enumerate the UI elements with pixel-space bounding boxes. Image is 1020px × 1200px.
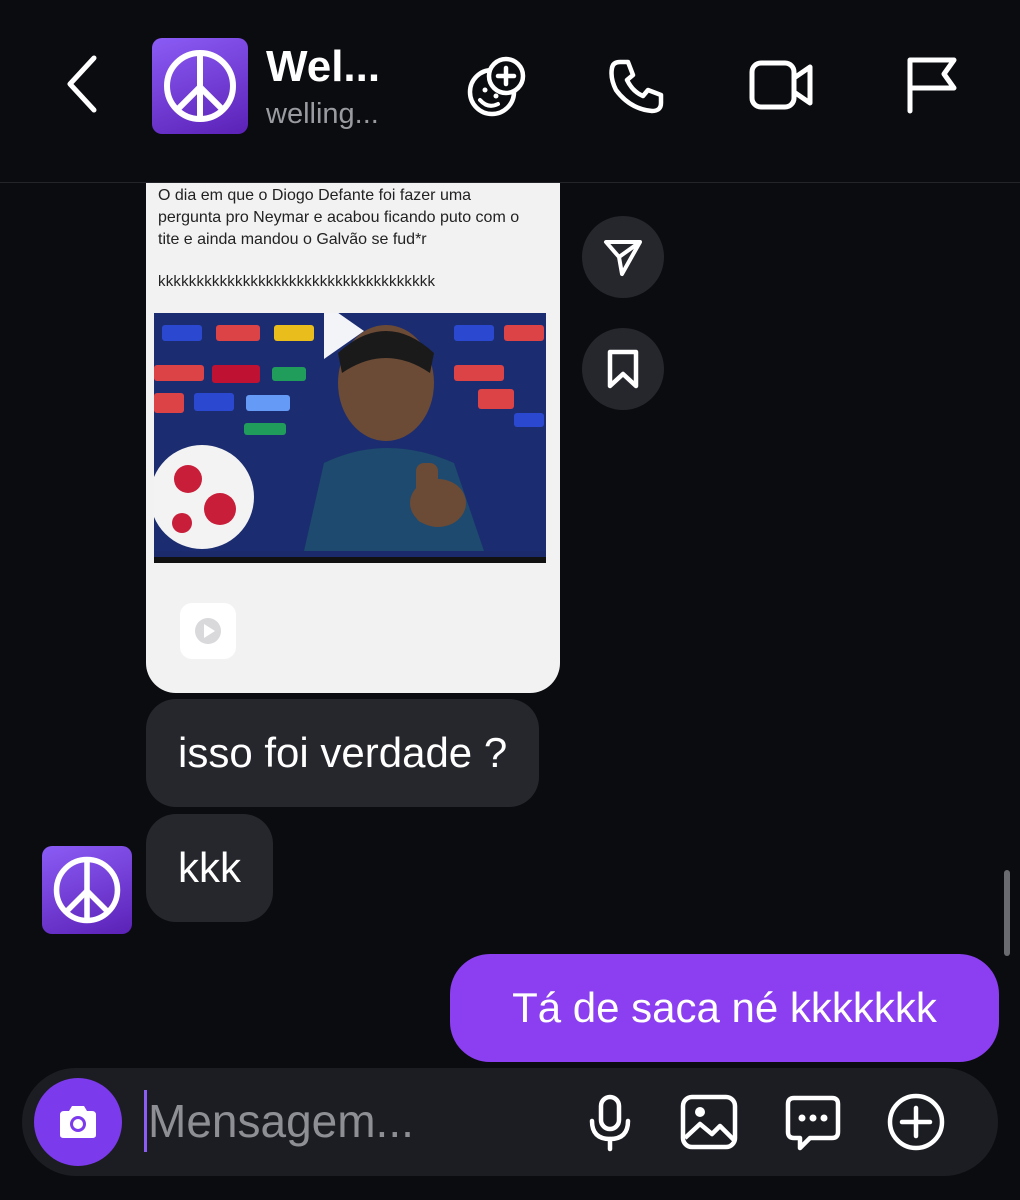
message-text: kkk <box>178 844 241 891</box>
message-input[interactable]: Mensagem... <box>148 1094 414 1148</box>
reel-thumbnail[interactable] <box>154 313 546 563</box>
reel-type-badge <box>180 603 236 659</box>
scrollbar[interactable] <box>1004 870 1010 956</box>
camera-button[interactable] <box>34 1078 122 1166</box>
back-button[interactable] <box>60 52 104 116</box>
phone-icon <box>609 59 664 114</box>
sender-avatar <box>42 846 132 934</box>
image-icon <box>680 1094 738 1150</box>
video-call-button[interactable] <box>748 58 814 112</box>
reel-play-icon <box>195 618 221 644</box>
save-button[interactable] <box>582 328 664 410</box>
sticker-button[interactable] <box>784 1094 842 1152</box>
chevron-left-icon <box>67 55 97 113</box>
call-button[interactable] <box>606 56 666 116</box>
contact-handle[interactable]: welling... <box>266 98 379 131</box>
message-text: isso foi verdade ? <box>178 729 508 776</box>
share-icon <box>604 240 642 276</box>
video-camera-icon <box>749 60 813 110</box>
message-bubble-outgoing[interactable]: Tá de saca né kkkkkkk <box>450 954 999 1062</box>
add-emoji-button[interactable] <box>464 54 530 120</box>
peace-sign-icon <box>53 856 121 924</box>
message-text: Tá de saca né kkkkkkk <box>512 984 937 1031</box>
sticker-chat-icon <box>785 1095 841 1151</box>
bookmark-icon <box>607 349 639 389</box>
gallery-button[interactable] <box>680 1094 738 1150</box>
camera-icon <box>60 1106 96 1138</box>
press-conference-image <box>154 313 546 551</box>
add-emoji-icon <box>467 56 526 117</box>
shared-reel-card[interactable]: O dia em que o Diogo Defante foi fazer u… <box>146 183 560 693</box>
message-bubble-incoming[interactable]: kkk <box>146 814 273 922</box>
microphone-icon <box>589 1094 631 1152</box>
share-button[interactable] <box>582 216 664 298</box>
post-laugh-text: kkkkkkkkkkkkkkkkkkkkkkkkkkkkkkkkkkkk <box>158 273 436 290</box>
report-button[interactable] <box>904 56 960 114</box>
post-caption: O dia em que o Diogo Defante foi fazer u… <box>158 187 520 248</box>
flag-icon <box>907 57 957 114</box>
peace-sign-icon <box>164 50 236 122</box>
contact-name[interactable]: Wel... <box>266 42 380 92</box>
contact-avatar[interactable] <box>152 38 248 134</box>
text-caret <box>144 1090 147 1152</box>
voice-message-button[interactable] <box>586 1094 634 1152</box>
message-bubble-incoming[interactable]: isso foi verdade ? <box>146 699 540 807</box>
more-options-button[interactable] <box>886 1092 946 1152</box>
add-circle-icon <box>887 1093 945 1151</box>
